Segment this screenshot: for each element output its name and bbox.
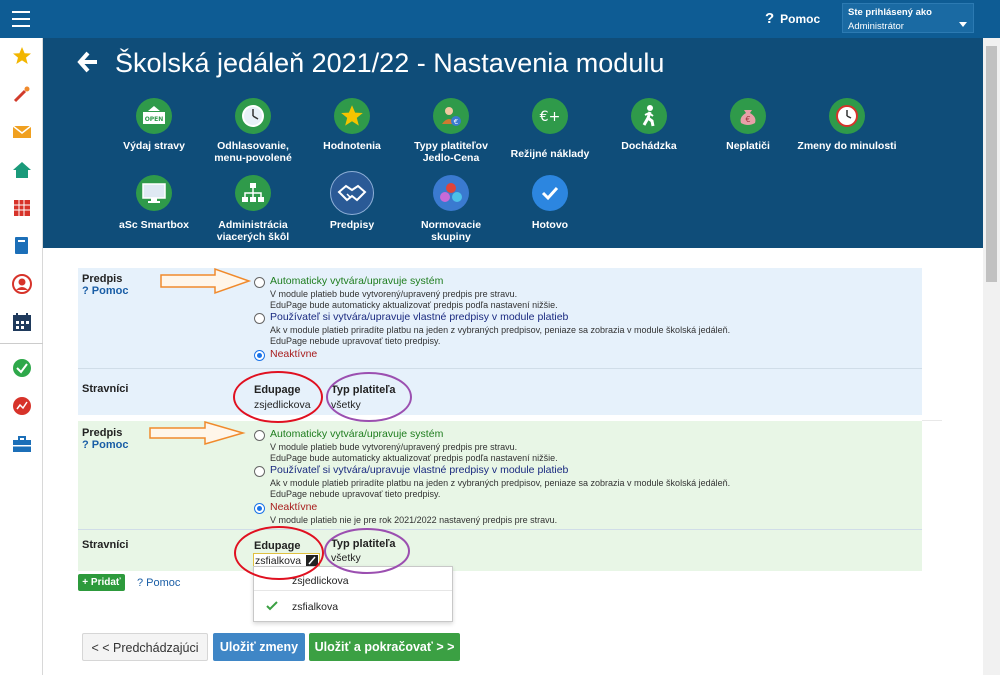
annotation-circle-red-1 (233, 371, 323, 423)
annotation-circle-red-2 (234, 526, 324, 580)
annotation-circle-purple-1 (326, 372, 412, 422)
annotation-arrow-1 (160, 267, 252, 295)
annotation-arrow-2 (149, 421, 246, 445)
annotation-circle-purple-2 (324, 528, 410, 574)
annotation-overlay (149, 267, 412, 580)
